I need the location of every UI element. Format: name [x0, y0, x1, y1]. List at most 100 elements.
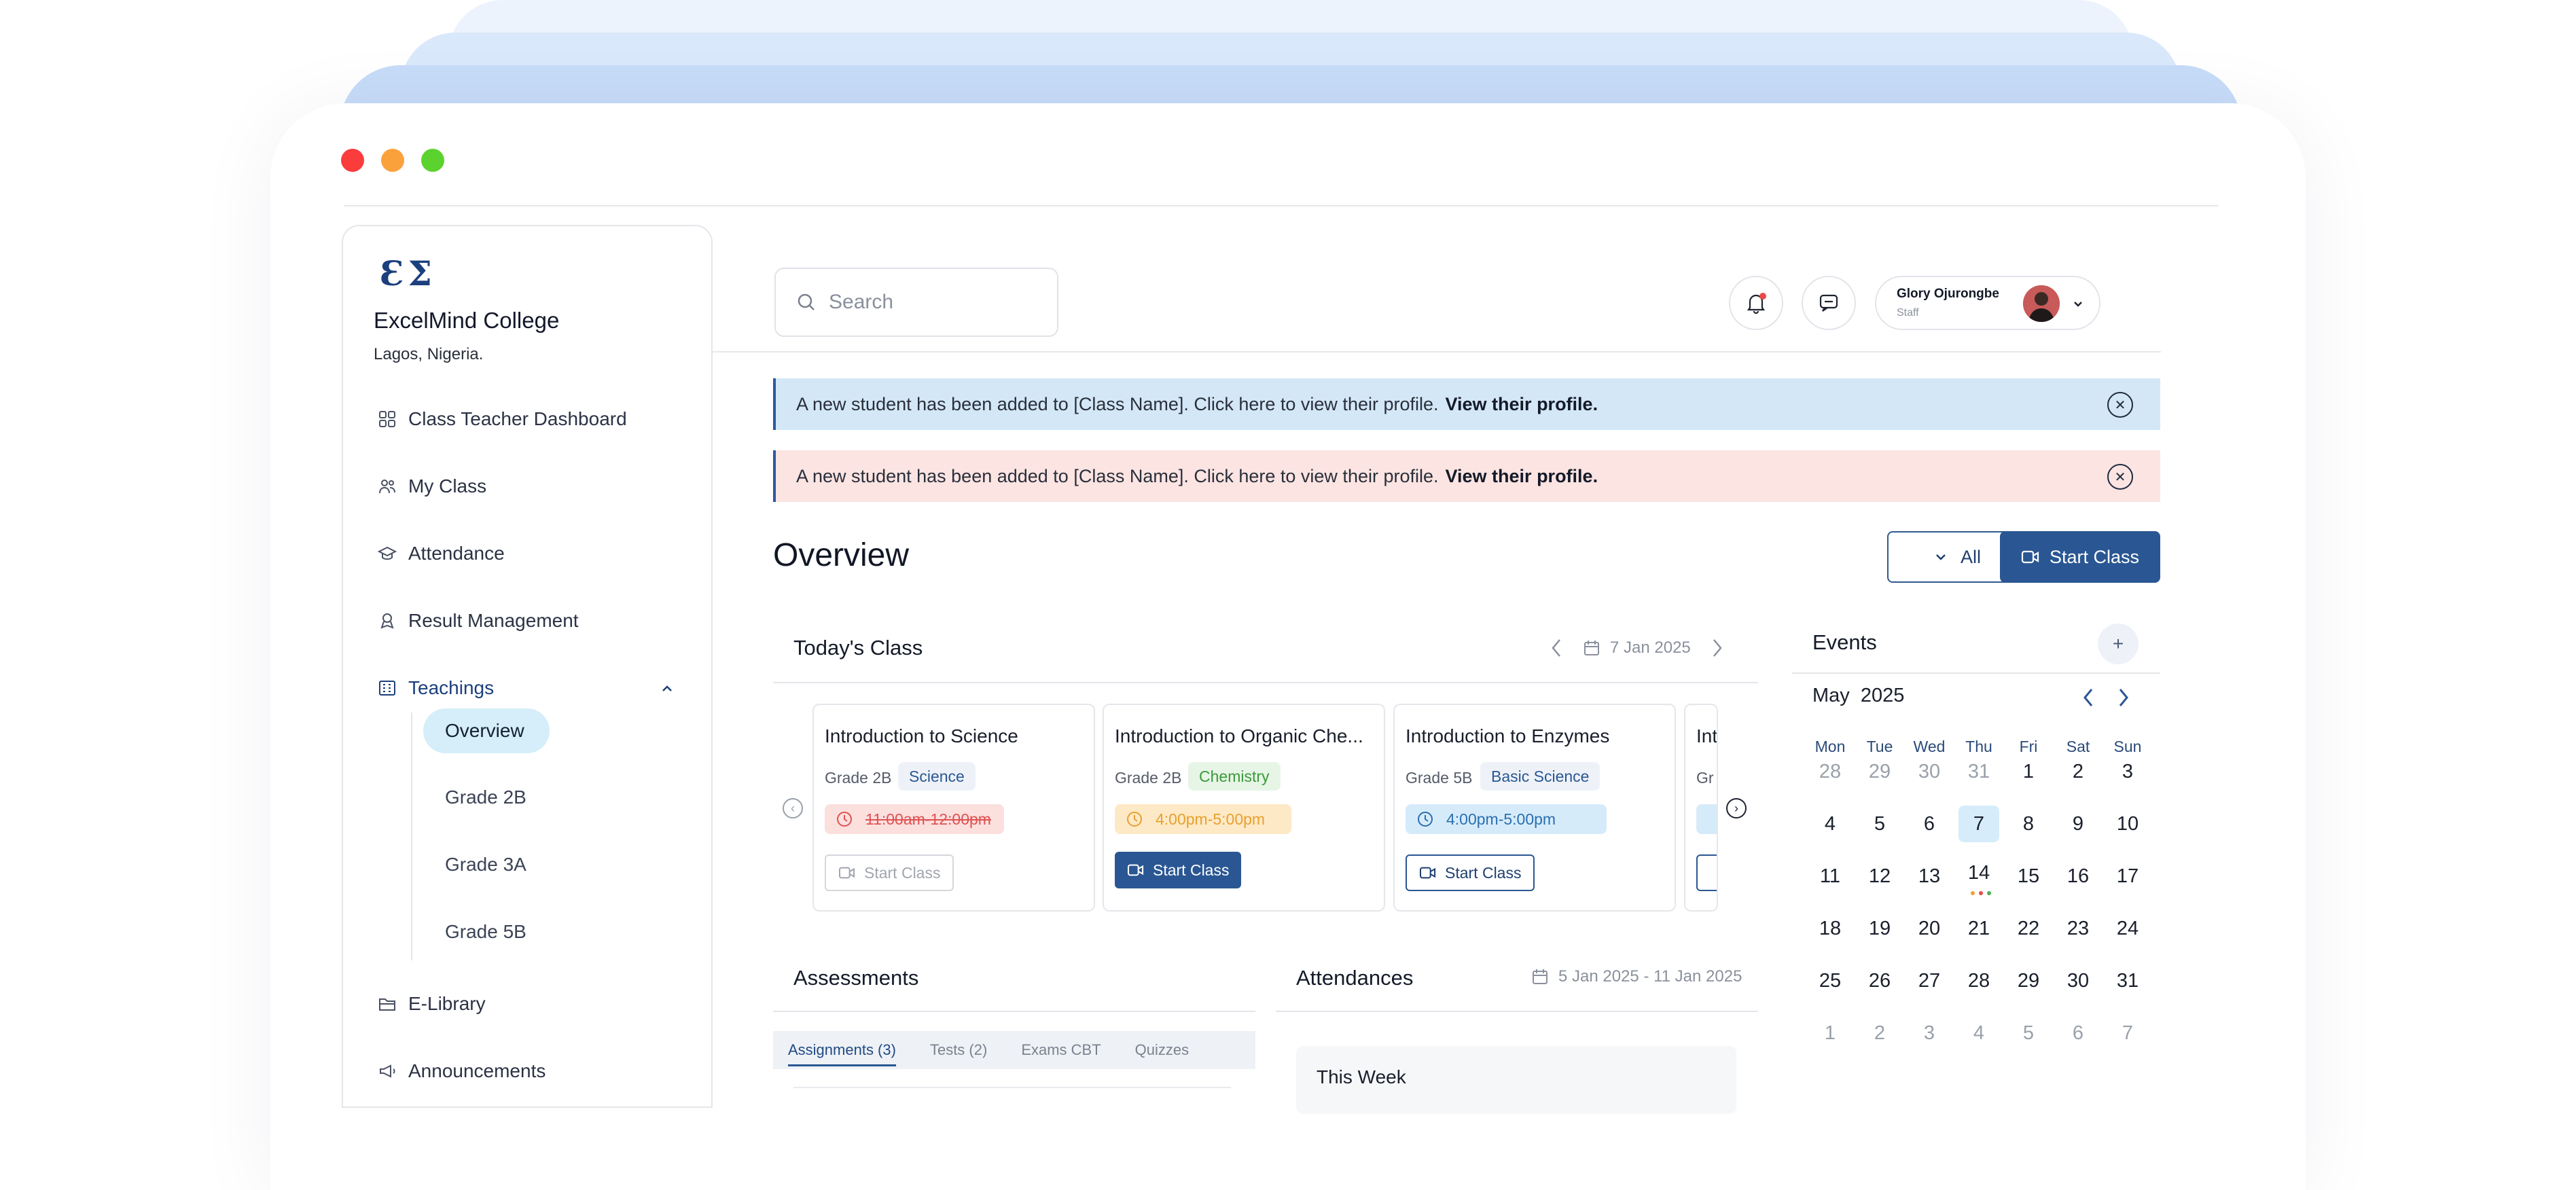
chevron-left-icon[interactable]	[1550, 637, 1564, 659]
close-icon[interactable]: ✕	[2107, 392, 2133, 418]
calendar-day[interactable]: 7	[1958, 806, 1999, 842]
class-card[interactable]: Introduction to Science Grade 2B Science…	[812, 704, 1095, 912]
chevron-left-icon[interactable]	[2081, 686, 2096, 709]
sidebar-item-e-library[interactable]: E-Library	[376, 987, 486, 1021]
window-maximize-button[interactable]	[421, 149, 444, 172]
calendar-day[interactable]: 28	[1958, 962, 1999, 999]
calendar-day[interactable]: 17	[2107, 858, 2148, 895]
calendar-day[interactable]: 27	[1909, 962, 1950, 999]
class-card[interactable]: Int Gr	[1684, 704, 1718, 912]
search-input[interactable]: Search	[774, 268, 1058, 337]
class-card[interactable]: Introduction to Organic Che... Grade 2B …	[1103, 704, 1385, 912]
calendar-day[interactable]: 6	[1909, 806, 1950, 842]
sidebar-item-attendance[interactable]: Attendance	[376, 537, 505, 571]
calendar-day[interactable]: 1	[1810, 1015, 1850, 1051]
calendar-day[interactable]: 18	[1810, 910, 1850, 947]
calendar-day[interactable]: 20	[1909, 910, 1950, 947]
calendar-day[interactable]: 10	[2107, 806, 2148, 842]
calendar-day[interactable]: 12	[1859, 858, 1900, 895]
start-class-button[interactable]: Start Class	[825, 854, 954, 891]
calendar-day[interactable]: 28	[1810, 753, 1850, 790]
sidebar-item-my-class[interactable]: My Class	[376, 469, 486, 503]
calendar-day[interactable]: 4	[1810, 806, 1850, 842]
calendar-day[interactable]: 22	[2008, 910, 2049, 947]
calendar-day[interactable]: 24	[2107, 910, 2148, 947]
add-event-button[interactable]: +	[2098, 624, 2139, 664]
calendar-day[interactable]: 11	[1810, 858, 1850, 895]
messages-button[interactable]	[1802, 276, 1856, 330]
start-class-button[interactable]	[1696, 854, 1717, 891]
start-class-label: Start Class	[2049, 546, 2140, 567]
calendar-day[interactable]: 30	[1909, 753, 1950, 790]
calendar-day[interactable]: 21	[1958, 910, 1999, 947]
calendar-day[interactable]: 8	[2008, 806, 2049, 842]
window-minimize-button[interactable]	[381, 149, 404, 172]
section-divider	[1276, 1011, 1758, 1012]
titlebar-divider	[344, 205, 2219, 206]
sidebar-subitem-grade-2b[interactable]: Grade 2B	[423, 775, 550, 820]
attendance-range[interactable]: 5 Jan 2025 - 11 Jan 2025	[1531, 967, 1742, 986]
close-icon[interactable]: ✕	[2107, 464, 2133, 490]
calendar-day[interactable]: 23	[2058, 910, 2098, 947]
calendar-day[interactable]: 31	[1958, 753, 1999, 790]
tab-quizzes[interactable]: Quizzes	[1135, 1031, 1189, 1069]
chevron-right-icon[interactable]: ›	[1726, 798, 1747, 818]
chevron-right-icon[interactable]	[2115, 686, 2130, 709]
college-logo: Ɛ Σ	[380, 253, 432, 293]
sidebar-subitem-overview[interactable]: Overview	[423, 708, 550, 753]
calendar-day[interactable]: 1	[2008, 753, 2049, 790]
calendar-day[interactable]: 3	[1909, 1015, 1950, 1051]
notification-banner[interactable]: A new student has been added to [Class N…	[773, 450, 2160, 502]
building-icon	[376, 677, 399, 700]
banner-link[interactable]: View their profile.	[1446, 466, 1598, 487]
calendar-day[interactable]: 16	[2058, 858, 2098, 895]
chevron-left-icon[interactable]: ‹	[783, 798, 803, 818]
start-class-button[interactable]: Start Class	[1115, 852, 1242, 888]
tab-exams-cbt[interactable]: Exams CBT	[1021, 1031, 1101, 1069]
sidebar-subitem-grade-3a[interactable]: Grade 3A	[423, 842, 550, 887]
sidebar-item-label: Teachings	[408, 677, 495, 698]
calendar-day[interactable]: 29	[2008, 962, 2049, 999]
tab-assignments[interactable]: Assignments (3)	[788, 1031, 896, 1069]
calendar-day[interactable]: 2	[1859, 1015, 1900, 1051]
calendar-day[interactable]: 14	[1958, 854, 1999, 891]
calendar-day[interactable]: 31	[2107, 962, 2148, 999]
sidebar-subitem-grade-5b[interactable]: Grade 5B	[423, 909, 550, 954]
calendar-day[interactable]: 7	[2107, 1015, 2148, 1051]
section-divider	[1792, 672, 2160, 674]
calendar-day[interactable]: 5	[1859, 806, 1900, 842]
folder-icon	[376, 992, 399, 1015]
window-close-button[interactable]	[341, 149, 364, 172]
notification-banner[interactable]: A new student has been added to [Class N…	[773, 378, 2160, 430]
calendar-day[interactable]: 26	[1859, 962, 1900, 999]
subject-badge: Chemistry	[1188, 762, 1281, 791]
user-menu[interactable]: Glory Ojurongbe Staff	[1875, 276, 2100, 330]
banner-link[interactable]: View their profile.	[1446, 394, 1598, 415]
calendar-day[interactable]: 3	[2107, 753, 2148, 790]
sidebar-item-announcements[interactable]: Announcements	[376, 1054, 545, 1088]
calendar-day[interactable]: 15	[2008, 858, 2049, 895]
calendar-day[interactable]: 25	[1810, 962, 1850, 999]
start-class-button[interactable]: Start Class	[1406, 854, 1535, 891]
sidebar-item-result-management[interactable]: Result Management	[376, 604, 579, 638]
tab-tests[interactable]: Tests (2)	[930, 1031, 987, 1069]
calendar-day[interactable]: 13	[1909, 858, 1950, 895]
calendar-day[interactable]: 6	[2058, 1015, 2098, 1051]
calendar-day[interactable]: 2	[2058, 753, 2098, 790]
sidebar: Ɛ Σ ExcelMind College Lagos, Nigeria. Cl…	[342, 225, 713, 1108]
calendar-day[interactable]: 30	[2058, 962, 2098, 999]
calendar-day[interactable]: 4	[1958, 1015, 1999, 1051]
calendar-day[interactable]: 5	[2008, 1015, 2049, 1051]
calendar-day[interactable]: 19	[1859, 910, 1900, 947]
event-dot	[1987, 891, 1991, 895]
notifications-button[interactable]	[1729, 276, 1783, 330]
class-card[interactable]: Introduction to Enzymes Grade 5B Basic S…	[1393, 704, 1676, 912]
sidebar-item-teachings[interactable]: Teachings	[376, 671, 675, 705]
calendar-icon	[1583, 639, 1600, 657]
chevron-right-icon[interactable]	[1710, 637, 1723, 659]
start-class-button[interactable]: Start Class	[2000, 531, 2160, 583]
filter-label: All	[1960, 546, 1981, 567]
sidebar-item-class-teacher-dashboard[interactable]: Class Teacher Dashboard	[376, 402, 627, 436]
calendar-day[interactable]: 9	[2058, 806, 2098, 842]
calendar-day[interactable]: 29	[1859, 753, 1900, 790]
